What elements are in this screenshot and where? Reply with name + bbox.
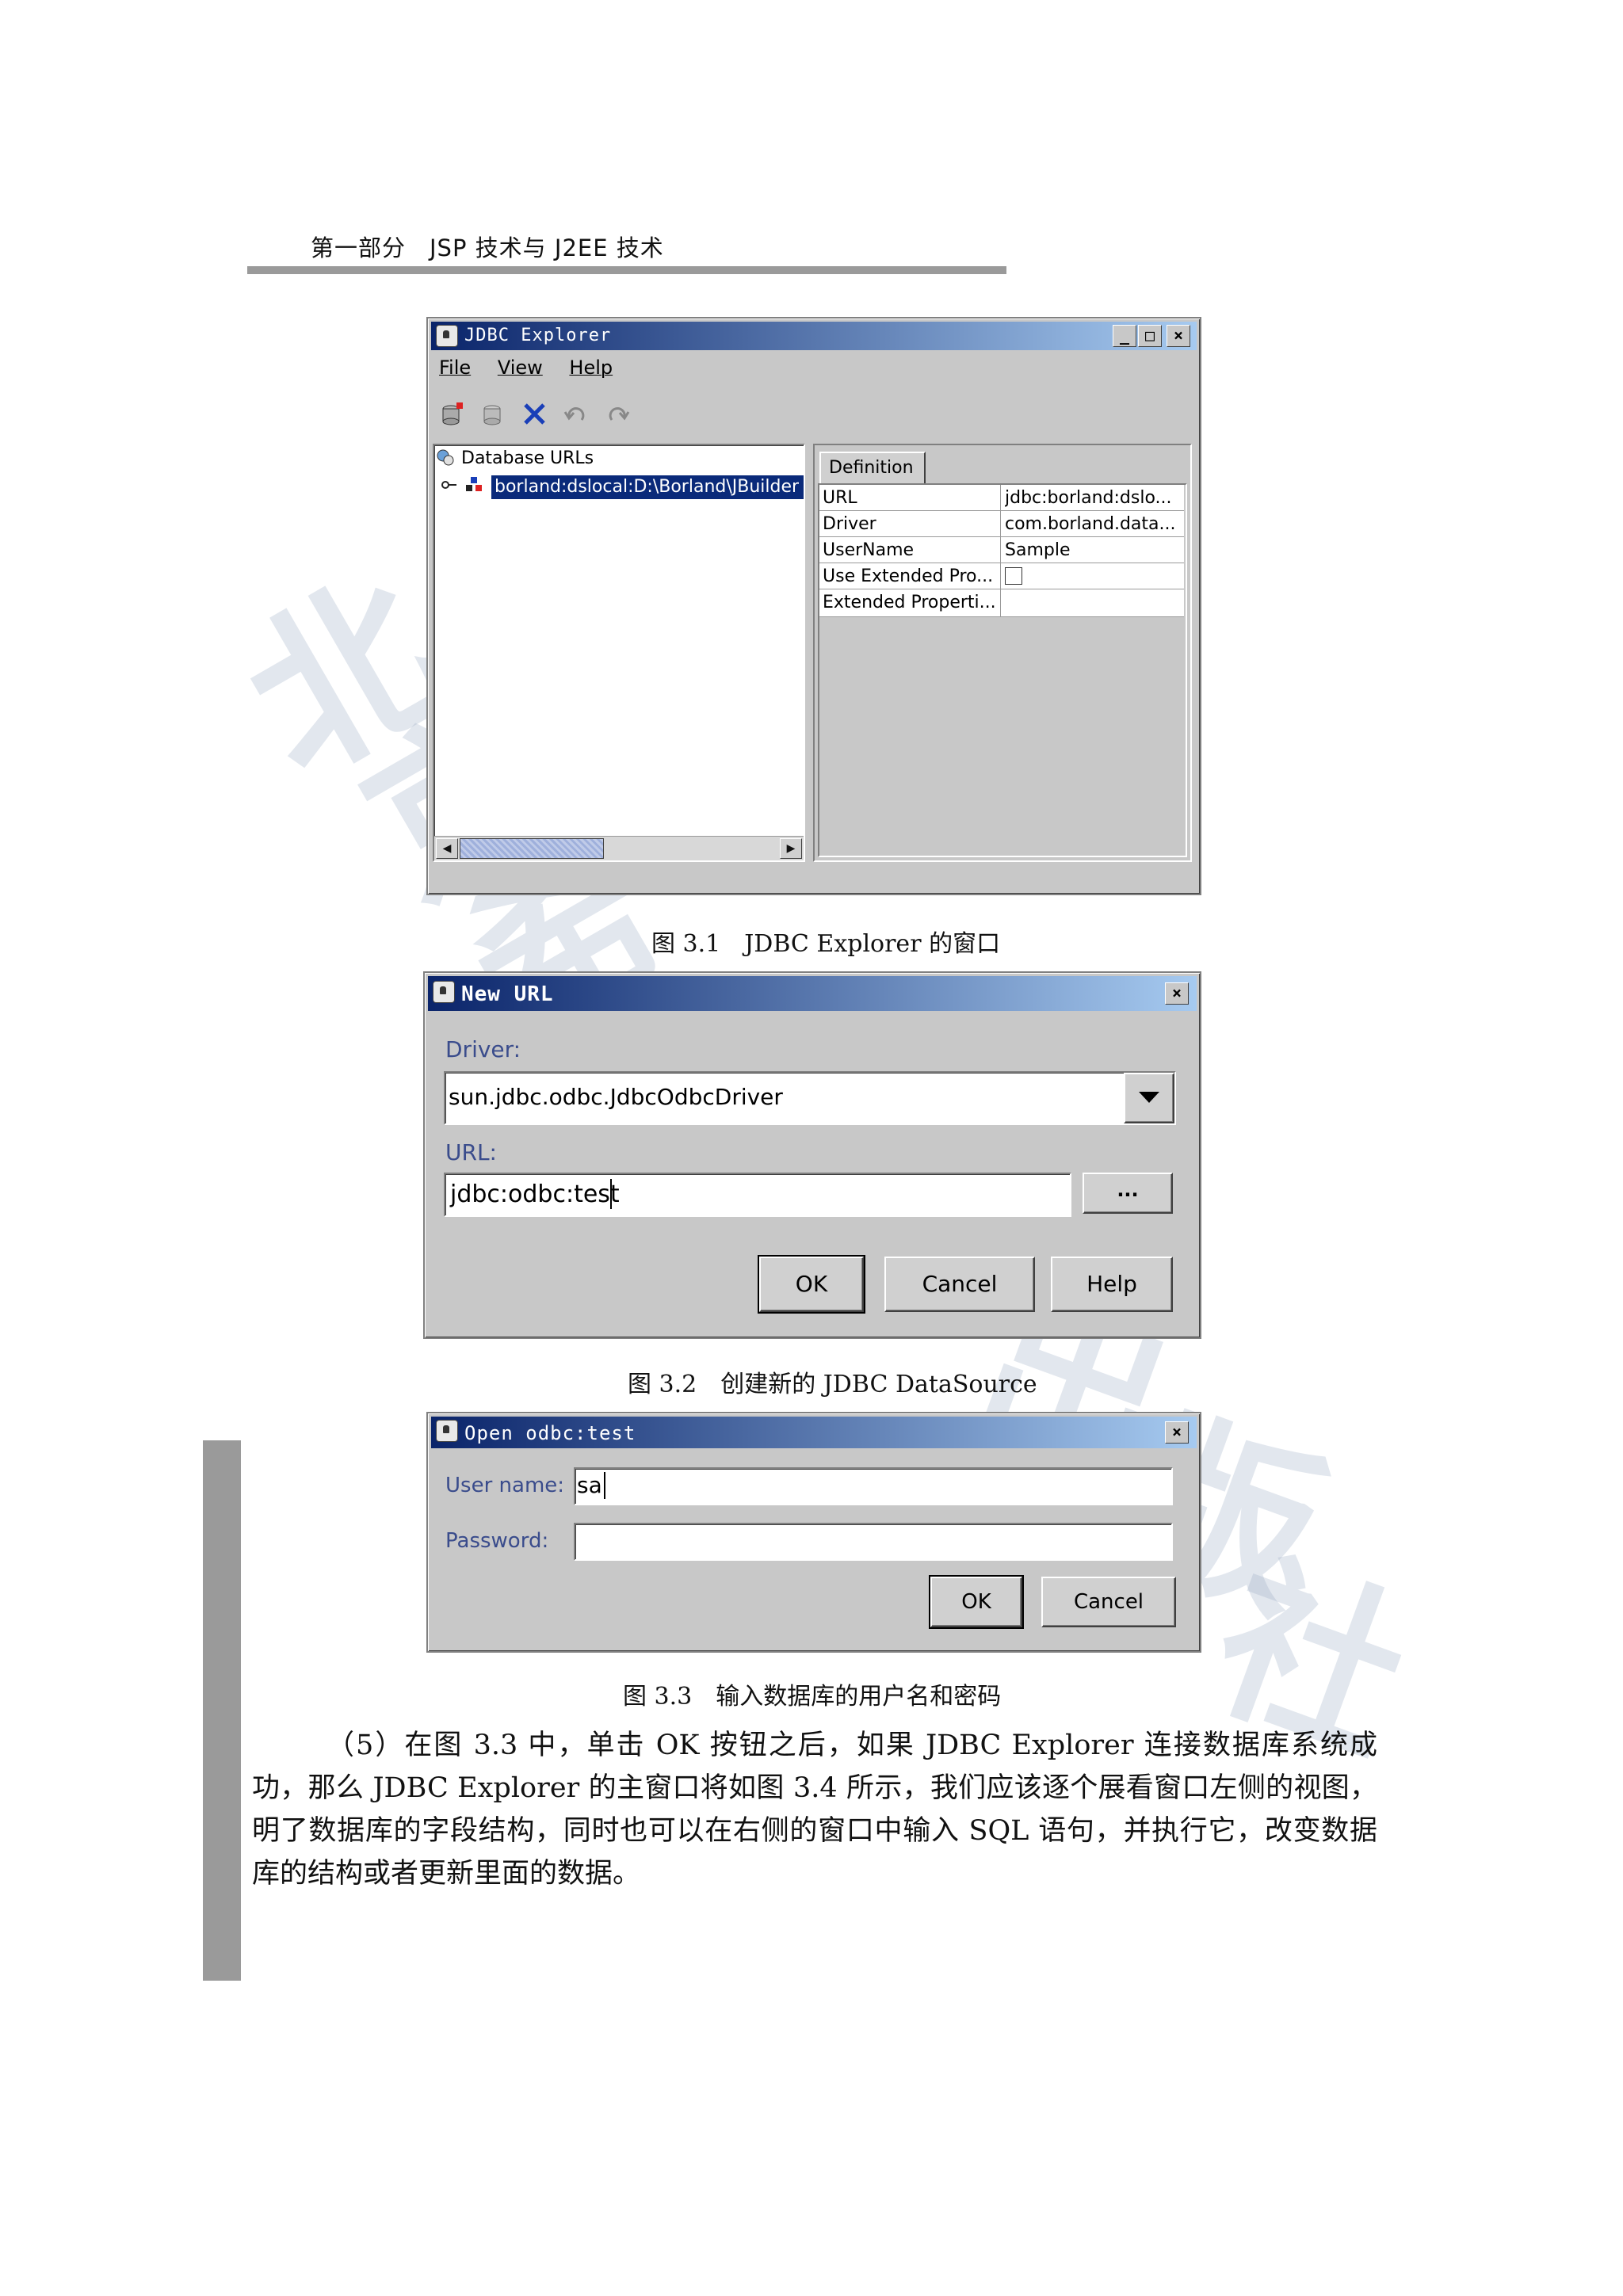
use-extended-checkbox[interactable] bbox=[1005, 567, 1022, 585]
tree-root-label[interactable]: Database URLs bbox=[461, 448, 594, 468]
undo-icon[interactable] bbox=[563, 401, 590, 428]
dialog-title: Open odbc:test bbox=[464, 1422, 636, 1444]
title-bar[interactable]: JDBC Explorer _ □ × bbox=[431, 322, 1197, 350]
tree-item-label: borland:dslocal:D:\Borland\JBuilder bbox=[495, 477, 800, 497]
figure-caption-3-3: 图 3.3 输入数据库的用户名和密码 bbox=[623, 1683, 1002, 1711]
body-paragraph: （5）在图 3.3 中，单击 OK 按钮之后，如果 JDBC Explorer … bbox=[252, 1730, 1377, 1890]
scroll-thumb[interactable] bbox=[460, 838, 604, 859]
figure-caption-3-1: 图 3.1 JDBC Explorer 的窗口 bbox=[651, 930, 1001, 958]
chevron-down-icon bbox=[1139, 1092, 1159, 1103]
ok-button[interactable]: OK bbox=[758, 1255, 865, 1314]
dialog-title: New URL bbox=[461, 982, 554, 1006]
minimize-button[interactable]: _ bbox=[1113, 325, 1136, 347]
property-key-url: URL bbox=[823, 488, 857, 508]
new-db-icon[interactable] bbox=[439, 401, 466, 428]
tab-label: Definition bbox=[829, 458, 914, 478]
browse-button[interactable]: ... bbox=[1083, 1173, 1173, 1214]
database-icon bbox=[437, 449, 454, 466]
title-bar[interactable]: New URL × bbox=[428, 976, 1197, 1011]
property-key-username: UserName bbox=[823, 540, 915, 560]
text-cursor bbox=[610, 1179, 612, 1209]
definition-pane: Definition URL jdbc:borland:dslo... Driv… bbox=[813, 444, 1192, 862]
menu-file[interactable]: File bbox=[439, 357, 471, 379]
help-button[interactable]: Help bbox=[1051, 1257, 1173, 1312]
menu-bar: File View Help bbox=[439, 357, 633, 379]
new-url-dialog: New URL × Driver: sun.jdbc.odbc.JdbcOdbc… bbox=[423, 971, 1201, 1339]
driver-combobox[interactable]: sun.jdbc.odbc.JdbcOdbcDriver bbox=[444, 1071, 1176, 1125]
running-header: 第一部分 JSP 技术与 J2EE 技术 bbox=[311, 235, 664, 261]
ok-button[interactable]: OK bbox=[929, 1575, 1024, 1629]
scroll-right-button[interactable]: ▶ bbox=[780, 838, 802, 859]
horizontal-scrollbar[interactable]: ◀ ▶ bbox=[434, 836, 804, 860]
tree-key-icon bbox=[441, 481, 456, 489]
property-value-username[interactable]: Sample bbox=[1005, 540, 1181, 560]
username-value: sa bbox=[577, 1472, 602, 1498]
delete-x-icon[interactable] bbox=[521, 401, 548, 428]
close-button[interactable]: × bbox=[1167, 325, 1190, 347]
driver-value: sun.jdbc.odbc.JdbcOdbcDriver bbox=[449, 1084, 783, 1110]
redo-icon[interactable] bbox=[604, 401, 631, 428]
property-rows: URL jdbc:borland:dslo... Driver com.borl… bbox=[819, 485, 1184, 617]
margin-bar bbox=[203, 1440, 241, 1981]
menu-help[interactable]: Help bbox=[569, 357, 613, 379]
scroll-left-button[interactable]: ◀ bbox=[436, 838, 458, 859]
window-title: JDBC Explorer bbox=[464, 326, 612, 345]
url-input[interactable]: jdbc:odbc:test bbox=[444, 1173, 1071, 1217]
app-icon bbox=[433, 981, 455, 1003]
menu-view[interactable]: View bbox=[498, 357, 543, 379]
property-grid: URL jdbc:borland:dslo... Driver com.borl… bbox=[818, 483, 1187, 857]
property-key-use-extended: Use Extended Pro... bbox=[823, 566, 994, 586]
title-bar[interactable]: Open odbc:test × bbox=[431, 1417, 1197, 1448]
dropdown-button[interactable] bbox=[1124, 1073, 1174, 1123]
delete-db-icon[interactable] bbox=[480, 401, 507, 428]
close-button[interactable]: × bbox=[1165, 1421, 1189, 1444]
text-cursor bbox=[604, 1472, 605, 1499]
driver-label: Driver: bbox=[445, 1036, 521, 1062]
property-value-url[interactable]: jdbc:borland:dslo... bbox=[1005, 488, 1181, 508]
close-button[interactable]: × bbox=[1165, 982, 1189, 1005]
property-key-extended-properties: Extended Properti... bbox=[823, 593, 996, 612]
tab-definition[interactable]: Definition bbox=[819, 452, 926, 485]
username-label: User name: bbox=[445, 1474, 565, 1497]
figure-caption-3-2: 图 3.2 创建新的 JDBC DataSource bbox=[628, 1371, 1037, 1398]
cancel-button[interactable]: Cancel bbox=[1041, 1577, 1176, 1627]
password-input[interactable] bbox=[574, 1523, 1173, 1561]
property-value-driver[interactable]: com.borland.data... bbox=[1005, 514, 1181, 534]
connection-icon bbox=[466, 477, 482, 491]
url-label: URL: bbox=[445, 1139, 497, 1165]
tree-item-selected[interactable]: borland:dslocal:D:\Borland\JBuilder bbox=[491, 475, 804, 499]
url-value: jdbc:odbc:test bbox=[450, 1180, 620, 1208]
password-label: Password: bbox=[445, 1529, 549, 1553]
header-rule bbox=[247, 266, 1006, 274]
maximize-button[interactable]: □ bbox=[1138, 325, 1162, 347]
cancel-button[interactable]: Cancel bbox=[884, 1257, 1035, 1312]
tree-pane: Database URLs borland:dslocal:D:\Borland… bbox=[433, 444, 805, 862]
app-icon bbox=[436, 325, 458, 347]
property-key-driver: Driver bbox=[823, 514, 876, 534]
open-odbc-dialog: Open odbc:test × User name: sa Password:… bbox=[426, 1412, 1201, 1653]
username-input[interactable]: sa bbox=[574, 1467, 1173, 1505]
app-icon bbox=[436, 1420, 458, 1442]
jdbc-explorer-window: JDBC Explorer _ □ × File View Help Datab… bbox=[426, 317, 1201, 895]
toolbar bbox=[439, 401, 677, 429]
